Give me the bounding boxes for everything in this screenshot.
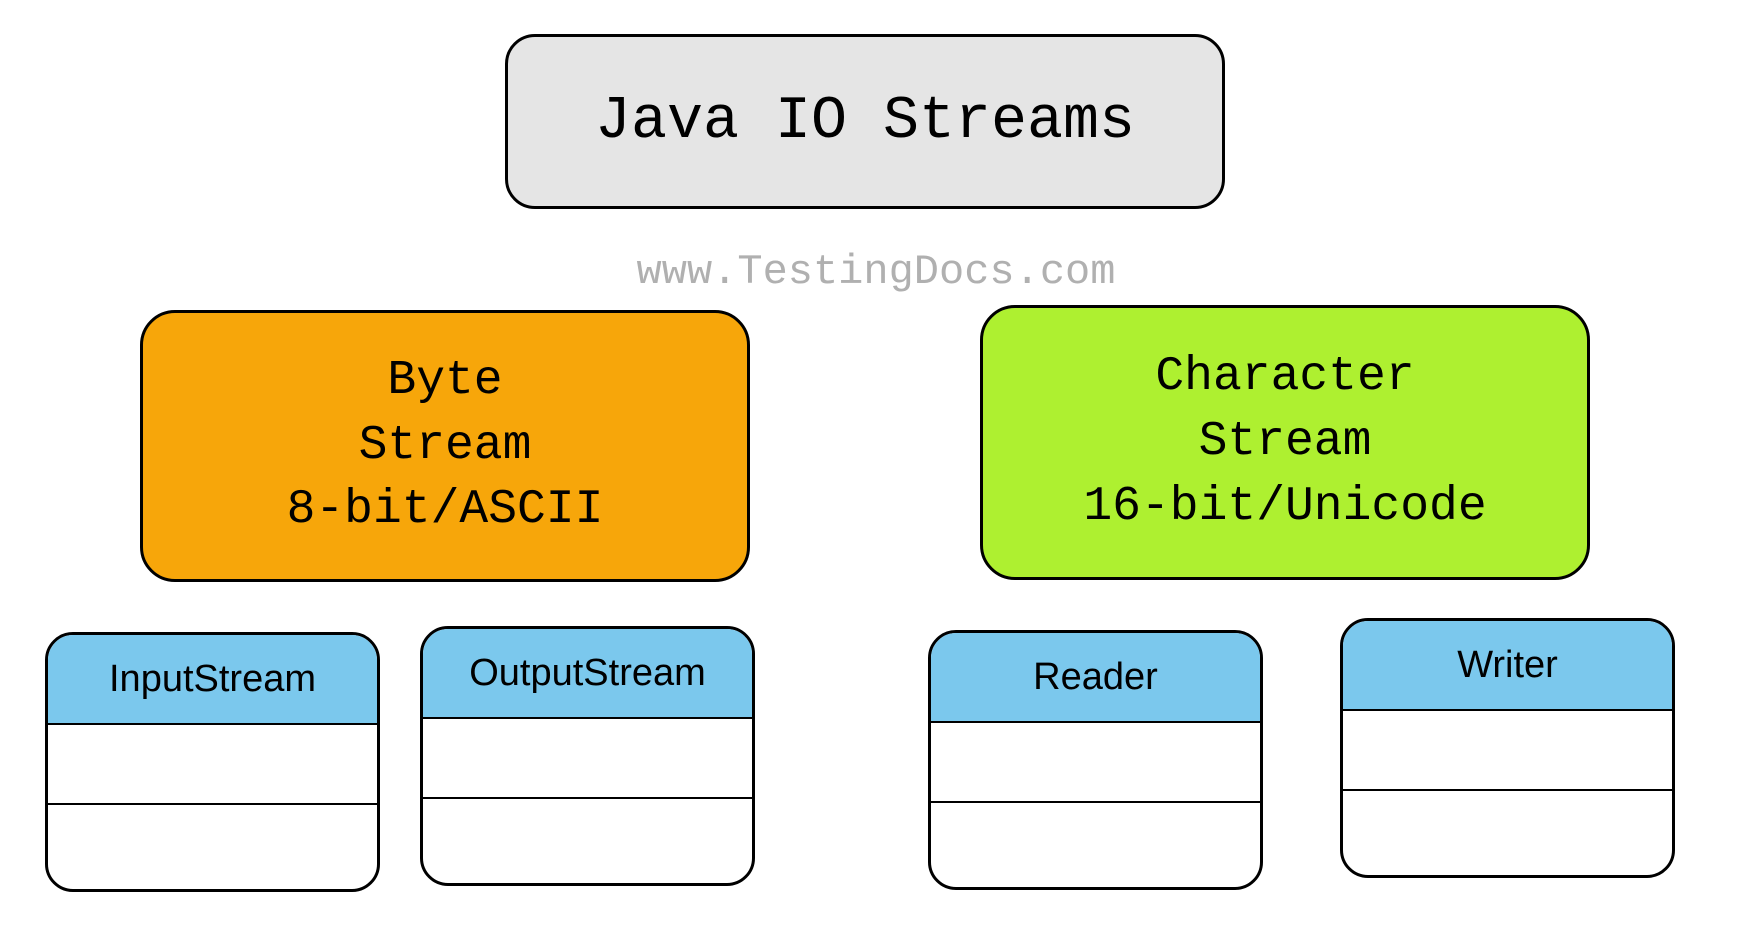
- diagram-title: Java IO Streams: [595, 88, 1135, 156]
- char-stream-line2: Stream: [1199, 410, 1372, 475]
- byte-stream-line2: Stream: [359, 414, 532, 479]
- inputstream-attributes: [48, 725, 377, 805]
- byte-stream-line1: Byte: [387, 349, 502, 414]
- reader-class-box: Reader: [928, 630, 1263, 890]
- diagram-title-box: Java IO Streams: [505, 34, 1225, 209]
- char-stream-line1: Character: [1155, 345, 1414, 410]
- outputstream-attributes: [423, 719, 752, 799]
- inputstream-class-box: InputStream: [45, 632, 380, 892]
- byte-stream-node: Byte Stream 8-bit/ASCII: [140, 310, 750, 582]
- outputstream-class-box: OutputStream: [420, 626, 755, 886]
- inputstream-label: InputStream: [48, 635, 377, 725]
- writer-label: Writer: [1343, 621, 1672, 711]
- byte-stream-line3: 8-bit/ASCII: [287, 478, 604, 543]
- reader-attributes: [931, 723, 1260, 803]
- char-stream-line3: 16-bit/Unicode: [1083, 475, 1486, 540]
- reader-label: Reader: [931, 633, 1260, 723]
- writer-attributes: [1343, 711, 1672, 791]
- character-stream-node: Character Stream 16-bit/Unicode: [980, 305, 1590, 580]
- watermark-text: www.TestingDocs.com: [0, 248, 1752, 296]
- outputstream-label: OutputStream: [423, 629, 752, 719]
- writer-class-box: Writer: [1340, 618, 1675, 878]
